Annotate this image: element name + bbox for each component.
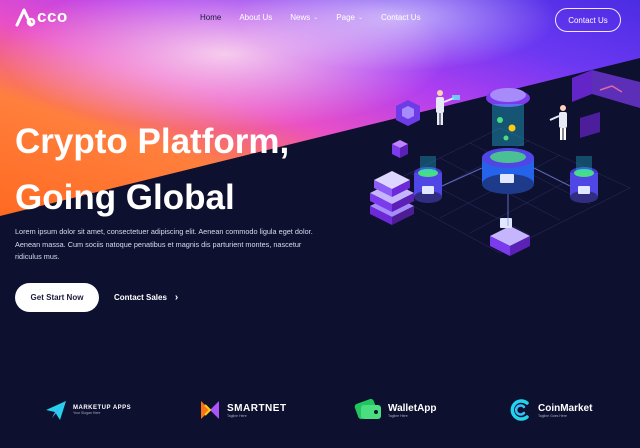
- partner-marketup-apps[interactable]: MARKETUP APPS Your Slogan Here: [44, 390, 131, 430]
- logo-text: cco: [37, 7, 68, 26]
- nav-item-label: Page: [336, 13, 355, 22]
- nav-item-label: Home: [200, 13, 222, 22]
- nav-item-label: Contact Us: [381, 13, 421, 22]
- crypto-isometric-illustration: [370, 70, 640, 256]
- partner-name: SMARTNET: [227, 402, 287, 414]
- partner-tagline: Tagline Goes Here: [538, 413, 567, 418]
- partner-logos: MARKETUP APPS Your Slogan Here SMARTNET …: [0, 390, 640, 430]
- nav-item-label: About Us: [239, 13, 273, 22]
- wallet-icon: [354, 398, 381, 420]
- coin-c-icon: [510, 399, 529, 421]
- nav-item-about-us[interactable]: About Us: [239, 13, 272, 22]
- chevron-right-icon: ›: [174, 291, 179, 303]
- nav-item-home[interactable]: Home: [200, 13, 221, 22]
- chevron-down-icon: ⌄: [357, 15, 364, 21]
- smartnet-icon: [201, 401, 219, 419]
- partner-name: WalletApp: [388, 402, 437, 414]
- contact-sales-label: Contact Sales: [114, 292, 167, 302]
- top-navigation: cco Home About Us News ⌄ Page ⌄ Contact …: [0, 0, 640, 40]
- logo-a-icon: [15, 8, 36, 27]
- partner-smartnet[interactable]: SMARTNET Tagline Here: [198, 390, 287, 430]
- nav-item-label: News: [290, 13, 311, 22]
- partner-name: CoinMarket: [538, 402, 593, 414]
- hero-title-line-1: Crypto Platform,: [15, 122, 290, 161]
- partner-tagline: Your Slogan Here: [73, 411, 101, 415]
- partner-tagline: Tagline Here: [227, 413, 247, 418]
- hero-title-line-2: Going Global: [15, 178, 235, 217]
- paper-plane-icon: [46, 401, 66, 420]
- nav-menu: Home About Us News ⌄ Page ⌄ Contact Us: [200, 13, 439, 22]
- hero-title: Crypto Platform, Going Global: [15, 114, 355, 226]
- partner-walletapp[interactable]: WalletApp Tagline Here: [353, 390, 437, 430]
- nav-item-news[interactable]: News ⌄: [290, 13, 318, 22]
- contact-sales-link[interactable]: Contact Sales ›: [114, 290, 178, 304]
- nav-item-contact-us[interactable]: Contact Us: [381, 13, 421, 22]
- brand-logo[interactable]: cco: [14, 6, 68, 28]
- contact-us-button[interactable]: Contact Us: [555, 8, 621, 32]
- chevron-down-icon: ⌄: [313, 15, 319, 21]
- hero-description: Lorem ipsum dolor sit amet, consectetuer…: [15, 227, 313, 261]
- nav-item-page[interactable]: Page ⌄: [336, 13, 363, 22]
- partner-tagline: Tagline Here: [388, 413, 408, 418]
- get-start-now-button[interactable]: Get Start Now: [15, 283, 99, 312]
- partner-coinmarket[interactable]: CoinMarket Tagline Goes Here: [507, 390, 592, 430]
